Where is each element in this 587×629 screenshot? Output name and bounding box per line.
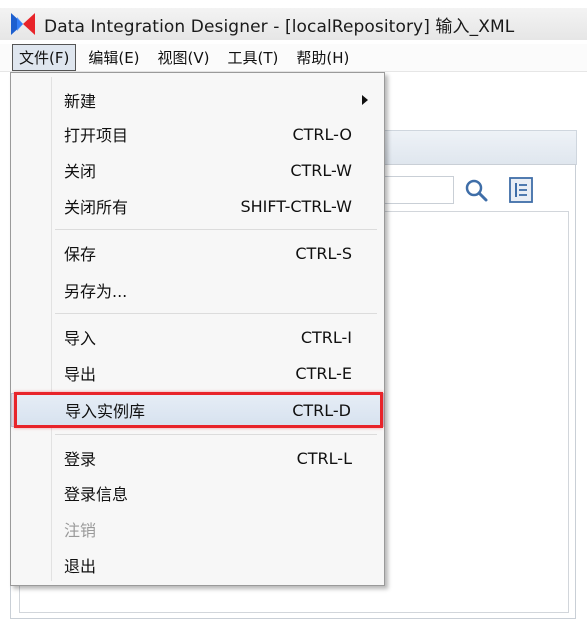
menu-item-shortcut: CTRL-I xyxy=(300,327,352,347)
title-bar: Data Integration Designer - [localReposi… xyxy=(0,8,587,40)
menu-edit[interactable]: 编辑(E) xyxy=(82,45,145,70)
menu-item-label: 新建 xyxy=(64,92,97,111)
menu-item-shortcut: CTRL-E xyxy=(295,363,352,383)
menu-separator xyxy=(55,229,377,230)
menu-bar: 文件(F) 编辑(E) 视图(V) 工具(T) 帮助(H) xyxy=(0,44,587,72)
menu-item-close-all[interactable]: 关闭所有 SHIFT-CTRL-W xyxy=(11,189,384,223)
highlight-annotation-box xyxy=(14,392,383,428)
menu-item-label: 注销 xyxy=(64,521,97,540)
menu-item-new[interactable]: 新建 xyxy=(11,83,384,117)
menu-view[interactable]: 视图(V) xyxy=(152,45,216,70)
menu-item-label: 登录 xyxy=(64,450,97,469)
menu-item-login-info[interactable]: 登录信息 xyxy=(11,476,384,510)
menu-item-close[interactable]: 关闭 CTRL-W xyxy=(11,153,384,187)
menu-item-label: 导入 xyxy=(64,329,97,348)
search-icon[interactable] xyxy=(462,176,490,204)
menu-item-label: 导出 xyxy=(64,365,97,384)
menu-item-save-as[interactable]: 另存为... xyxy=(11,273,384,307)
menu-item-label: 另存为... xyxy=(64,282,128,301)
file-dropdown-menu: 新建 打开项目 CTRL-O 关闭 CTRL-W 关闭所有 SHIFT-CTRL… xyxy=(10,72,385,586)
menu-item-login[interactable]: 登录 CTRL-L xyxy=(11,441,384,475)
menu-item-label: 关闭所有 xyxy=(64,198,129,217)
menu-item-export[interactable]: 导出 CTRL-E xyxy=(11,356,384,390)
menu-separator xyxy=(55,434,377,435)
menu-tools[interactable]: 工具(T) xyxy=(222,45,285,70)
menu-item-open-project[interactable]: 打开项目 CTRL-O xyxy=(11,117,384,151)
menu-item-label: 打开项目 xyxy=(64,126,129,145)
window-title: Data Integration Designer - [localReposi… xyxy=(44,16,515,37)
menu-item-shortcut: CTRL-L xyxy=(296,448,352,468)
menu-item-exit[interactable]: 退出 xyxy=(11,548,384,582)
app-window: Data Integration Designer - [localReposi… xyxy=(0,0,587,629)
menu-item-label: 退出 xyxy=(64,557,97,576)
menu-item-label: 关闭 xyxy=(64,162,97,181)
menu-item-label: 保存 xyxy=(64,245,97,264)
background-tab[interactable] xyxy=(380,130,577,165)
list-icon[interactable] xyxy=(507,176,535,204)
chevron-right-icon xyxy=(362,95,368,105)
menu-help[interactable]: 帮助(H) xyxy=(290,45,355,70)
menu-file[interactable]: 文件(F) xyxy=(12,44,77,71)
menu-item-label: 登录信息 xyxy=(64,485,129,504)
menu-item-save[interactable]: 保存 CTRL-S xyxy=(11,236,384,270)
menu-item-logout: 注销 xyxy=(11,512,384,546)
menu-item-import[interactable]: 导入 CTRL-I xyxy=(11,320,384,354)
app-logo-icon xyxy=(11,13,35,35)
menu-item-shortcut: CTRL-O xyxy=(292,124,352,144)
menu-item-shortcut: CTRL-S xyxy=(295,243,352,263)
menu-separator xyxy=(55,313,377,314)
menu-item-shortcut: SHIFT-CTRL-W xyxy=(240,196,352,216)
menu-item-shortcut: CTRL-W xyxy=(290,160,352,180)
